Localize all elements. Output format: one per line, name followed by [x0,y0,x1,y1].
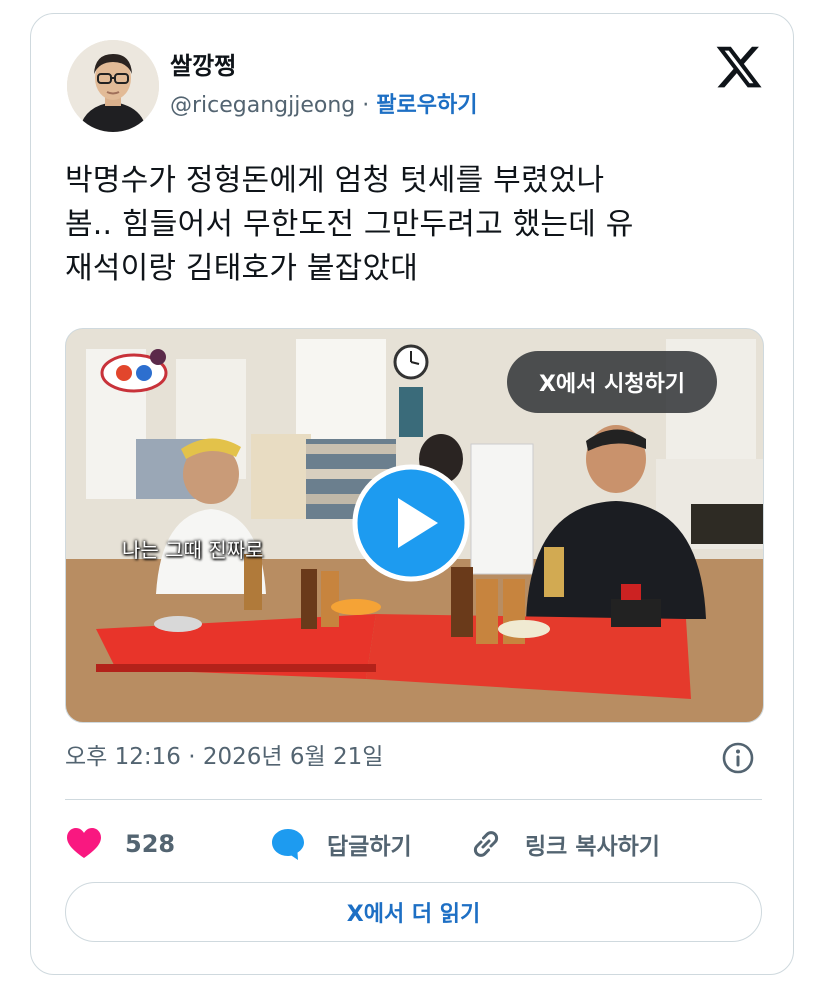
watch-on-x-button[interactable]: X에서 시청하기 [507,351,717,413]
play-icon[interactable] [350,462,472,584]
tweet-text: 박명수가 정형돈에게 엄청 텃세를 부렸었나 봄.. 힘들어서 무한도전 그만두… [65,159,765,291]
user-handle[interactable]: @ricegangjjeong [170,93,355,118]
divider [65,799,762,800]
reply-button[interactable]: 답글하기 [271,819,412,869]
like-button[interactable]: 528 [67,819,175,869]
tweet-text-line: 봄.. 힘들어서 무한도전 그만두려고 했는데 유 [65,207,634,242]
speech-bubble-icon [272,829,304,860]
avatar[interactable] [67,40,159,132]
x-logo-icon[interactable] [714,42,764,92]
like-count: 528 [125,830,176,858]
tweet-text-line: 박명수가 정형돈에게 엄청 텃세를 부렸었나 [65,163,605,198]
copy-link-label: 링크 복사하기 [525,834,660,860]
reply-label: 답글하기 [327,834,412,860]
display-name[interactable]: 쌀깡쩡 [170,51,236,81]
video-subtitle: 나는 그때 진짜로 [122,538,264,562]
read-more-button[interactable]: X에서 더 읽기 [65,882,762,942]
follow-button[interactable]: 팔로우하기 [376,93,477,118]
tweet-card: 쌀깡쩡 @ricegangjjeong · 팔로우하기 박명수가 정형돈에게 엄… [30,13,794,975]
info-icon[interactable] [721,741,755,775]
show-logo-icon [98,347,170,399]
heart-icon [67,828,101,858]
copy-link-button[interactable]: 링크 복사하기 [469,819,660,869]
separator-dot: · [362,93,370,118]
tweet-text-line: 재석이랑 김태호가 붙잡았대 [65,251,419,286]
link-icon [473,831,499,857]
action-bar: 528 답글하기 링크 복사하기 [65,819,762,869]
handle-row: @ricegangjjeong · 팔로우하기 [170,91,477,121]
timestamp[interactable]: 오후 12:16 · 2026년 6월 21일 [65,740,383,774]
video-player[interactable]: 나는 그때 진짜로 X에서 시청하기 [65,328,764,723]
